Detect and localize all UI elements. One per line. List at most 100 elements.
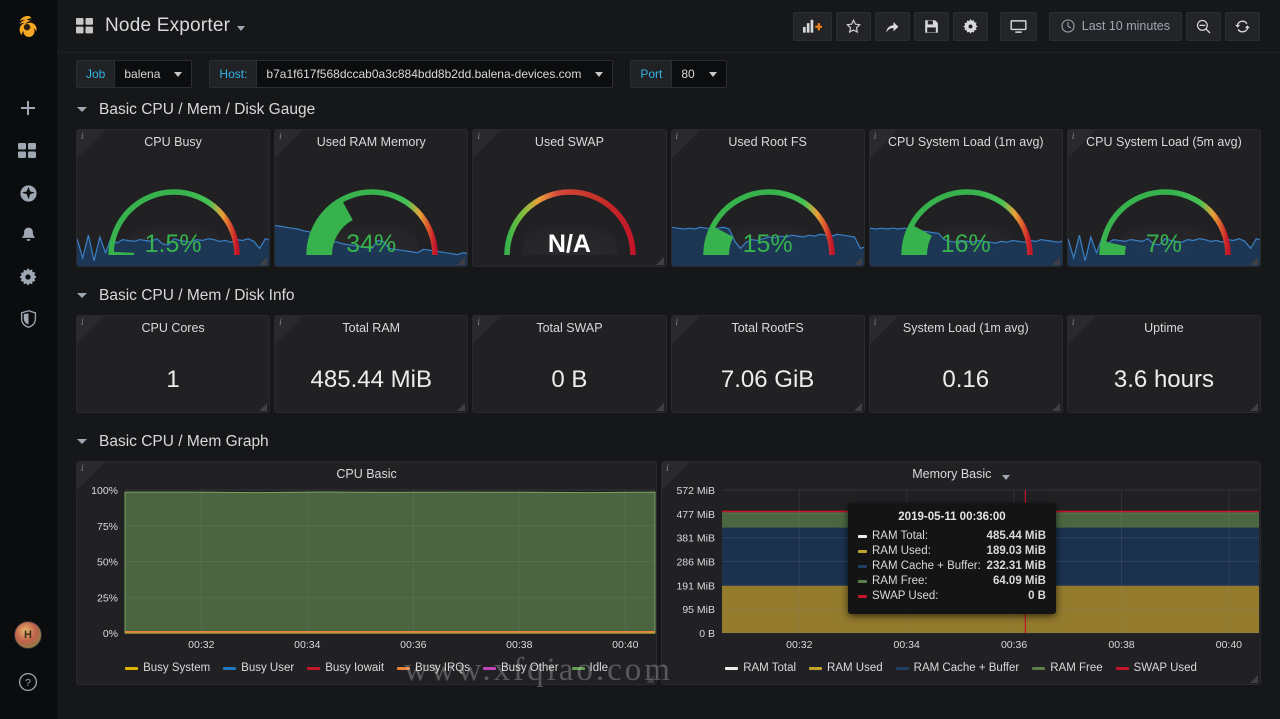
panel-resize-handle[interactable] <box>853 257 862 265</box>
row-header-graph[interactable]: Basic CPU / Mem Graph <box>76 427 1280 457</box>
legend-item[interactable]: RAM Used <box>809 662 883 674</box>
panel-resize-handle[interactable] <box>1250 403 1259 411</box>
info-icon: i <box>675 317 679 327</box>
variable-host-value[interactable]: b7a1f617f568dccab0a3c884bdd8b2dd.balena-… <box>256 60 614 88</box>
settings-button[interactable] <box>952 11 988 41</box>
legend-item[interactable]: SWAP Used <box>1115 662 1197 674</box>
panel-resize-handle[interactable] <box>1051 403 1060 411</box>
svg-text:75%: 75% <box>97 521 118 533</box>
info-icon: i <box>873 131 877 141</box>
row-header-gauge[interactable]: Basic CPU / Mem / Disk Gauge <box>76 95 1280 125</box>
panel-title-gauge-0[interactable]: CPU Busy <box>77 130 269 152</box>
panel-stat-0[interactable]: i CPU Cores 1 <box>76 315 271 413</box>
kiosk-mode-button[interactable] <box>999 11 1037 41</box>
panel-resize-handle[interactable] <box>1051 257 1060 265</box>
panel-title-gauge-5[interactable]: CPU System Load (5m avg) <box>1068 130 1260 152</box>
legend-item[interactable]: Busy Other <box>483 662 559 674</box>
info-icon: i <box>873 317 877 327</box>
panel-resize-handle[interactable] <box>457 403 466 411</box>
svg-text:00:36: 00:36 <box>400 639 426 651</box>
row-header-info[interactable]: Basic CPU / Mem / Disk Info <box>76 281 1280 311</box>
panel-resize-handle[interactable] <box>853 403 862 411</box>
panel-title-gauge-1[interactable]: Used RAM Memory <box>275 130 467 152</box>
legend-item[interactable]: Busy IRQs <box>397 662 470 674</box>
template-variables-bar: Job balena Host: b7a1f617f568dccab0a3c88… <box>57 53 1280 95</box>
legend-swatch <box>895 666 909 670</box>
panel-title-stat-3[interactable]: Total RootFS <box>672 316 864 338</box>
panel-resize-handle[interactable] <box>1250 257 1259 265</box>
legend-item[interactable]: Busy User <box>223 662 294 674</box>
sidebar-item-explore[interactable] <box>0 172 57 214</box>
add-panel-button[interactable] <box>792 11 832 41</box>
gauge-visual: 34% <box>275 152 468 266</box>
row-title: Basic CPU / Mem / Disk Gauge <box>99 101 316 118</box>
panel-resize-handle[interactable] <box>259 403 268 411</box>
refresh-button[interactable] <box>1225 11 1260 41</box>
panel-stat-4[interactable]: i System Load (1m avg) 0.16 <box>868 315 1063 413</box>
panel-title-stat-2[interactable]: Total SWAP <box>473 316 665 338</box>
sidebar-item-create[interactable] <box>0 88 57 130</box>
tooltip-row: RAM Total: 485.44 MiB <box>858 530 1046 542</box>
panel-title-cpu-basic[interactable]: CPU Basic <box>77 462 656 484</box>
panel-title-stat-4[interactable]: System Load (1m avg) <box>870 316 1062 338</box>
panel-title-stat-0[interactable]: CPU Cores <box>77 316 269 338</box>
toolbar: Last 10 minutes <box>792 11 1260 41</box>
legend-swatch <box>483 666 496 670</box>
panel-title-gauge-2[interactable]: Used SWAP <box>473 130 665 152</box>
variable-host: Host: b7a1f617f568dccab0a3c884bdd8b2dd.b… <box>209 60 614 88</box>
legend-item[interactable]: RAM Cache + Buffer <box>895 662 1019 674</box>
svg-text:00:40: 00:40 <box>1216 639 1242 651</box>
panel-resize-handle[interactable] <box>655 403 664 411</box>
panel-title-stat-1[interactable]: Total RAM <box>275 316 467 338</box>
tooltip-value: 0 B <box>1028 590 1046 602</box>
panel-title-gauge-3[interactable]: Used Root FS <box>672 130 864 152</box>
panel-resize-handle[interactable] <box>259 257 268 265</box>
tooltip-label: RAM Cache + Buffer: <box>872 560 981 572</box>
panel-resize-handle[interactable] <box>655 257 664 265</box>
sidebar-item-dashboards[interactable] <box>0 130 57 172</box>
legend-item[interactable]: Busy Iowait <box>307 662 384 674</box>
legend-swatch <box>1115 666 1129 670</box>
sidebar-item-alerting[interactable] <box>0 214 57 256</box>
save-button[interactable] <box>913 11 949 41</box>
time-range-picker[interactable]: Last 10 minutes <box>1048 11 1182 41</box>
panel-stat-3[interactable]: i Total RootFS 7.06 GiB <box>670 315 865 413</box>
panel-title-gauge-4[interactable]: CPU System Load (1m avg) <box>870 130 1062 152</box>
panel-stat-5[interactable]: i Uptime 3.6 hours <box>1066 315 1262 413</box>
avatar[interactable]: H <box>14 621 42 649</box>
share-button[interactable] <box>874 11 910 41</box>
star-button[interactable] <box>835 11 871 41</box>
panel-title-stat-5[interactable]: Uptime <box>1068 316 1260 338</box>
panel-title-memory-basic[interactable]: Memory Basic <box>662 462 1260 484</box>
panel-gauge-4[interactable]: i CPU System Load (1m avg) 16% <box>868 129 1063 267</box>
dashboard-title-picker[interactable]: Node Exporter <box>76 15 246 37</box>
legend-item[interactable]: RAM Total <box>725 662 796 674</box>
panel-stat-1[interactable]: i Total RAM 485.44 MiB <box>274 315 469 413</box>
cpu-basic-plot[interactable]: 0% 25% 50% 75% 100% 00:32 00:34 00:36 00:38 00:40 <box>77 484 656 659</box>
variable-port-value[interactable]: 80 <box>671 60 727 88</box>
legend-swatch <box>809 666 823 670</box>
legend-item[interactable]: Busy System <box>125 662 210 674</box>
panel-gauge-0[interactable]: i CPU Busy 1.5% <box>76 129 271 267</box>
row-title: Basic CPU / Mem / Disk Info <box>99 287 295 304</box>
panel-cpu-basic[interactable]: i CPU Basic 0% 25% 50% 75% 100% 00:32 00:34 00:… <box>76 461 658 685</box>
time-range-label: Last 10 minutes <box>1081 19 1170 33</box>
sidebar-item-server-admin[interactable] <box>0 298 57 340</box>
help-icon[interactable]: ? <box>0 661 57 703</box>
panel-gauge-5[interactable]: i CPU System Load (5m avg) 7% <box>1066 129 1262 267</box>
panel-gauge-1[interactable]: i Used RAM Memory 34% <box>274 129 469 267</box>
zoom-out-button[interactable] <box>1186 11 1221 41</box>
clock-icon <box>1061 19 1075 33</box>
panel-resize-handle[interactable] <box>457 257 466 265</box>
panel-stat-2[interactable]: i Total SWAP 0 B <box>472 315 667 413</box>
grafana-logo[interactable] <box>11 12 45 46</box>
panel-gauge-3[interactable]: i Used Root FS 15% <box>670 129 865 267</box>
variable-job-value[interactable]: balena <box>114 60 193 88</box>
sidebar-item-configuration[interactable] <box>0 256 57 298</box>
legend-item[interactable]: Idle <box>571 662 608 674</box>
panel-resize-handle[interactable] <box>646 675 655 683</box>
panel-resize-handle[interactable] <box>1250 675 1258 683</box>
svg-text:00:32: 00:32 <box>786 639 812 651</box>
legend-item[interactable]: RAM Free <box>1032 662 1103 674</box>
panel-gauge-2[interactable]: i Used SWAP N/A <box>472 129 667 267</box>
